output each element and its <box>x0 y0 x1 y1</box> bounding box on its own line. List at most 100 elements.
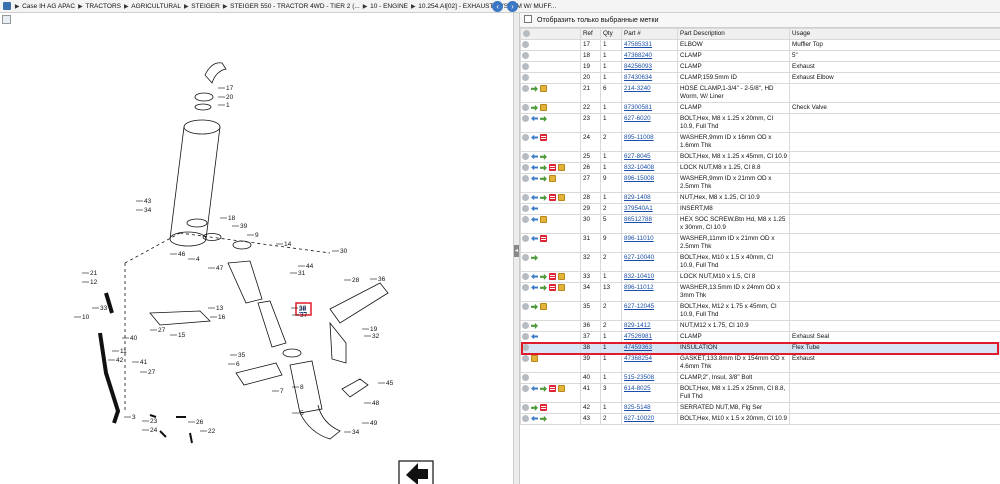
add-to-cart-arrow-icon[interactable] <box>540 175 547 182</box>
package-icon[interactable] <box>540 216 547 223</box>
list-icon[interactable] <box>549 284 556 291</box>
part-number-link[interactable]: 47368254 <box>621 353 678 373</box>
callout-label[interactable]: 26 <box>196 419 204 426</box>
table-row[interactable]: 42 1 825-5148 SERRATED NUT,M8, Flg Ser <box>520 402 1000 414</box>
select-circle-icon[interactable] <box>522 194 529 201</box>
header-qty[interactable]: Qty <box>600 28 622 40</box>
supersession-arrow-icon[interactable] <box>531 415 538 422</box>
supersession-arrow-icon[interactable] <box>531 153 538 160</box>
callout-label[interactable]: 34 <box>144 207 152 214</box>
callout-label[interactable]: 1 <box>226 102 230 109</box>
list-icon[interactable] <box>549 385 556 392</box>
part-number-link[interactable]: 214-3240 <box>621 83 678 103</box>
header-ref[interactable]: Ref <box>580 28 601 40</box>
list-icon[interactable] <box>540 235 547 242</box>
breadcrumb-item[interactable]: ▶ TRACTORS <box>78 0 121 12</box>
part-link[interactable]: 825-5148 <box>624 404 651 411</box>
table-row[interactable]: 30 5 86512788 HEX SOC SCREW,Btn Hd, M8 x 1.… <box>520 214 1000 234</box>
part-link[interactable]: 829-1408 <box>624 194 651 201</box>
package-icon[interactable] <box>540 104 547 111</box>
callout-label[interactable]: 5 <box>300 410 304 417</box>
home-icon[interactable] <box>3 2 11 10</box>
callout-label[interactable]: 18 <box>228 215 236 222</box>
select-circle-icon[interactable] <box>522 164 529 171</box>
part-link[interactable]: 896-11010 <box>624 235 654 242</box>
part-number-link[interactable]: 829-1408 <box>621 192 678 204</box>
part-link[interactable]: 87430634 <box>624 74 652 81</box>
part-link[interactable]: 47459363 <box>624 344 652 351</box>
table-row[interactable]: 23 1 627-6020 BOLT,Hex, M8 x 1.25 x 20mm, C… <box>520 113 1000 133</box>
add-to-cart-arrow-icon[interactable] <box>531 404 538 411</box>
part-link[interactable]: 627-8045 <box>624 153 651 160</box>
list-icon[interactable] <box>549 194 556 201</box>
part-number-link[interactable]: 87300581 <box>621 102 678 114</box>
callout-label[interactable]: 47 <box>216 265 224 272</box>
select-circle-icon[interactable] <box>522 115 529 122</box>
add-to-cart-arrow-icon[interactable] <box>531 254 538 261</box>
table-row[interactable]: 38 1 47459363 INSULATION Flex Tube <box>520 342 1000 354</box>
callout-label[interactable]: 19 <box>370 326 378 333</box>
table-row[interactable]: 31 9 896-11010 WASHER,11mm ID x 21mm OD x 2… <box>520 233 1000 253</box>
back-arrow-icon[interactable]: ‹ <box>492 1 504 12</box>
part-link[interactable]: 895-11008 <box>624 134 654 141</box>
supersession-arrow-icon[interactable] <box>531 194 538 201</box>
header-part[interactable]: Part # <box>621 28 678 40</box>
part-link[interactable]: 614-8025 <box>624 385 651 392</box>
supersession-arrow-icon[interactable] <box>531 385 538 392</box>
callout-label[interactable]: 4 <box>196 256 200 263</box>
callout-label[interactable]: 28 <box>352 277 360 284</box>
callout-label[interactable]: 42 <box>116 357 124 364</box>
select-circle-icon[interactable] <box>522 284 529 291</box>
select-circle-icon[interactable] <box>522 374 529 381</box>
forward-arrow-icon[interactable]: › <box>507 1 518 12</box>
supersession-arrow-icon[interactable] <box>531 333 538 340</box>
callout-label[interactable]: 30 <box>340 248 348 255</box>
table-row[interactable]: 24 2 895-11008 WASHER,9mm ID x 16mm OD x 1.… <box>520 132 1000 152</box>
select-circle-icon[interactable] <box>522 175 529 182</box>
settings-icon[interactable] <box>523 30 530 37</box>
select-circle-icon[interactable] <box>522 63 529 70</box>
table-row[interactable]: 32 2 627-10040 BOLT,Hex, M10 x 1.5 x 40mm, … <box>520 252 1000 272</box>
part-number-link[interactable]: 47368240 <box>621 50 678 62</box>
callout-label[interactable]: 41 <box>140 359 148 366</box>
callout-label[interactable]: 34 <box>352 429 360 436</box>
callout-label[interactable]: 3 <box>132 414 136 421</box>
add-to-cart-arrow-icon[interactable] <box>540 115 547 122</box>
select-circle-icon[interactable] <box>522 254 529 261</box>
table-row[interactable]: 18 1 47368240 CLAMP 5" <box>520 50 1000 62</box>
supersession-arrow-icon[interactable] <box>531 164 538 171</box>
part-link[interactable]: 86512788 <box>624 216 652 223</box>
package-icon[interactable] <box>558 385 565 392</box>
list-icon[interactable] <box>540 134 547 141</box>
part-number-link[interactable]: 825-5148 <box>621 402 678 414</box>
select-circle-icon[interactable] <box>522 134 529 141</box>
callout-label[interactable]: 40 <box>130 335 138 342</box>
callout-label[interactable]: 6 <box>236 361 240 368</box>
part-number-link[interactable]: 896-11012 <box>621 282 678 302</box>
select-circle-icon[interactable] <box>522 216 529 223</box>
splitter[interactable]: ◂ <box>513 13 520 484</box>
callout-label[interactable]: 44 <box>306 263 314 270</box>
part-number-link[interactable]: 627-6020 <box>621 113 678 133</box>
part-link[interactable]: 627-10020 <box>624 415 654 422</box>
add-to-cart-arrow-icon[interactable] <box>531 303 538 310</box>
table-row[interactable]: 36 2 829-1412 NUT,M12 x 1.75, Cl 10.9 <box>520 320 1000 332</box>
callout-label[interactable]: 35 <box>238 352 246 359</box>
supersession-arrow-icon[interactable] <box>531 134 538 141</box>
select-circle-icon[interactable] <box>522 344 529 351</box>
add-to-cart-arrow-icon[interactable] <box>540 273 547 280</box>
package-icon[interactable] <box>531 355 538 362</box>
part-link[interactable]: 214-3240 <box>624 85 651 92</box>
callout-label[interactable]: 9 <box>255 232 259 239</box>
callout-label[interactable]: 24 <box>150 427 158 434</box>
callout-label[interactable]: 15 <box>178 332 186 339</box>
select-circle-icon[interactable] <box>522 273 529 280</box>
table-row[interactable]: 22 1 87300581 CLAMP Check Valve <box>520 102 1000 114</box>
callout-label[interactable]: 7 <box>280 388 284 395</box>
table-row[interactable]: 21 6 214-3240 HOSE CLAMP,1-3/4" - 2-5/8", H… <box>520 83 1000 103</box>
part-link[interactable]: 47368254 <box>624 355 652 362</box>
callout-label[interactable]: 49 <box>370 420 378 427</box>
select-circle-icon[interactable] <box>522 235 529 242</box>
next-page-icon[interactable] <box>398 460 434 484</box>
breadcrumb-item[interactable]: ▶ STEIGER <box>184 0 220 12</box>
